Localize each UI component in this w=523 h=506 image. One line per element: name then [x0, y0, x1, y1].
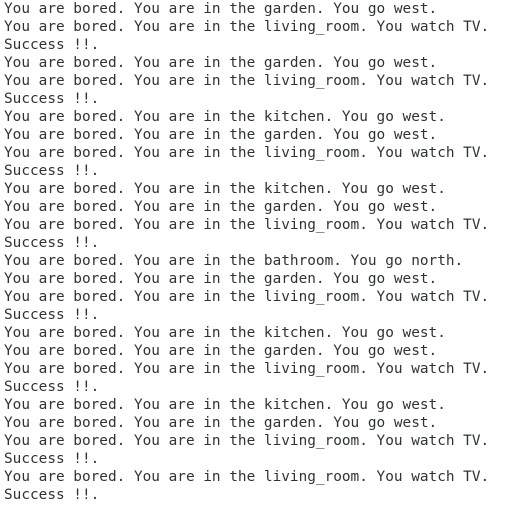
terminal-line: You are bored. You are in the living_roo…: [4, 433, 490, 449]
terminal-line: You are bored. You are in the garden. Yo…: [4, 343, 438, 359]
terminal-line: You are bored. You are in the garden. Yo…: [4, 1, 438, 17]
terminal-output: You are bored. You are in the garden. Yo…: [0, 0, 523, 506]
terminal-line: You are bored. You are in the garden. Yo…: [4, 415, 438, 431]
terminal-line: You are bored. You are in the living_roo…: [4, 19, 490, 35]
terminal-line: Success !!.: [4, 235, 100, 251]
terminal-line: You are bored. You are in the living_roo…: [4, 289, 490, 305]
terminal-line: You are bored. You are in the kitchen. Y…: [4, 397, 446, 413]
terminal-line: Success !!.: [4, 379, 100, 395]
terminal-line: You are bored. You are in the bathroom. …: [4, 253, 464, 269]
terminal-line: You are bored. You are in the garden. Yo…: [4, 127, 438, 143]
terminal-line: Success !!.: [4, 451, 100, 467]
terminal-line: You are bored. You are in the garden. Yo…: [4, 271, 438, 287]
terminal-line: Success !!.: [4, 163, 100, 179]
terminal-line: You are bored. You are in the living_roo…: [4, 361, 490, 377]
terminal-line: Success !!.: [4, 307, 100, 323]
terminal-line: Success !!.: [4, 37, 100, 53]
terminal-line: You are bored. You are in the living_roo…: [4, 469, 490, 485]
terminal-line: You are bored. You are in the kitchen. Y…: [4, 325, 446, 341]
terminal-line: You are bored. You are in the garden. Yo…: [4, 55, 438, 71]
terminal-line: Success !!.: [4, 91, 100, 107]
terminal-line: You are bored. You are in the living_roo…: [4, 217, 490, 233]
terminal-line: You are bored. You are in the kitchen. Y…: [4, 109, 446, 125]
terminal-line: Success !!.: [4, 487, 100, 503]
terminal-line: You are bored. You are in the living_roo…: [4, 145, 490, 161]
terminal-line: You are bored. You are in the garden. Yo…: [4, 199, 438, 215]
terminal-line: You are bored. You are in the living_roo…: [4, 73, 490, 89]
terminal-line: You are bored. You are in the kitchen. Y…: [4, 181, 446, 197]
